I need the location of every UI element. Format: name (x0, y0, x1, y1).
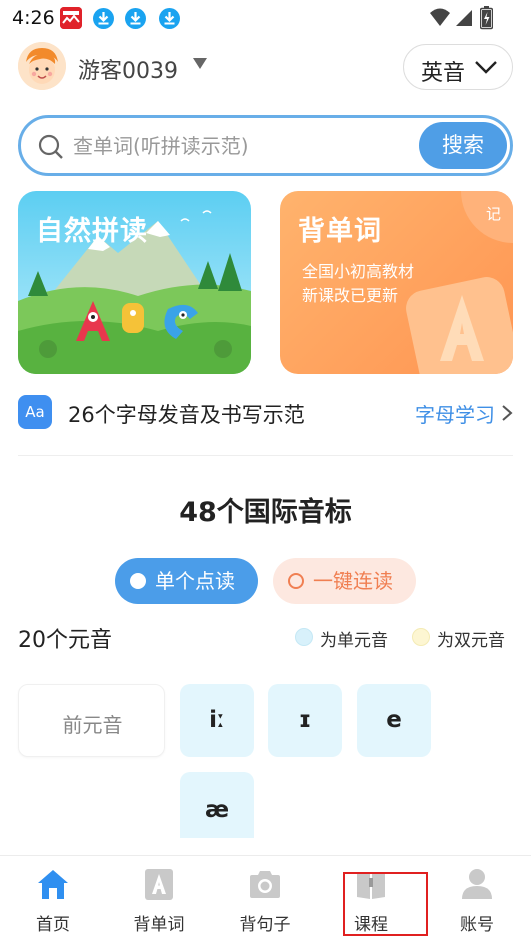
avatar[interactable] (18, 42, 66, 90)
alphabet-row[interactable]: Aa 26个字母发音及书写示范 字母学习 (18, 395, 513, 433)
nav-item-home[interactable]: 首页 (0, 856, 106, 944)
alphabet-link[interactable]: 字母学习 (415, 399, 495, 428)
nav-label-home: 首页 (36, 915, 70, 935)
single-read-label: 单个点读 (155, 569, 235, 593)
news-app-icon (60, 7, 82, 29)
phonics-card[interactable]: 自然拼读 (18, 191, 251, 374)
status-time: 4:26 (12, 7, 55, 29)
category-cell: 前元音 (18, 684, 165, 757)
phoneme-cell[interactable]: e (357, 684, 431, 757)
word-card-icon (145, 869, 173, 900)
words-title: 背单词 (298, 216, 382, 247)
search-input[interactable] (73, 131, 403, 161)
caret-down-icon[interactable] (193, 58, 207, 69)
words-subtitle-2: 新课改已更新 (302, 286, 399, 305)
radio-selected-icon (130, 573, 146, 589)
words-subtitle-1: 全国小初高教材 (302, 262, 415, 281)
chevron-down-icon (475, 61, 497, 74)
home-icon (38, 870, 68, 899)
legend-single: 为单元音 (320, 631, 388, 651)
alphabet-text: 26个字母发音及书写示范 (68, 403, 305, 427)
radio-unselected-icon (288, 573, 304, 589)
language-label: 英音 (421, 61, 466, 86)
legend-single-dot (295, 628, 313, 646)
nav-item-account[interactable]: 账号 (424, 856, 530, 944)
camera-icon (250, 871, 280, 898)
status-bar: 4:26 (0, 0, 531, 36)
continuous-read-button[interactable]: 一键连读 (273, 558, 416, 604)
search-bar: 搜索 (18, 115, 513, 176)
phonics-title: 自然拼读 (36, 216, 148, 247)
category-label: 前元音 (62, 713, 123, 737)
nav-item-sentences[interactable]: 背句子 (212, 856, 318, 944)
search-button[interactable]: 搜索 (419, 122, 507, 169)
phoneme-cell[interactable]: ɪ (268, 684, 342, 757)
nav-label-words: 背单词 (133, 915, 185, 935)
single-read-button[interactable]: 单个点读 (115, 558, 258, 604)
legend-double-dot (412, 628, 430, 646)
download-icon (125, 8, 146, 29)
vowel-count: 20个元音 (18, 628, 112, 653)
signal-icon (456, 10, 472, 26)
phoneme-cell[interactable]: æ (180, 772, 254, 838)
highlight-box (343, 872, 428, 936)
words-card[interactable]: 背单词 全国小初高教材 新课改已更新 记 (280, 191, 513, 374)
nav-item-words[interactable]: 背单词 (106, 856, 212, 944)
search-icon (38, 134, 63, 159)
language-selector[interactable]: 英音 (403, 44, 513, 90)
section-title: 48个国际音标 (179, 497, 352, 528)
download-icon (93, 8, 114, 29)
nav-label-account: 账号 (460, 915, 494, 935)
phoneme-cell[interactable]: iː (180, 684, 254, 757)
download-icon (159, 8, 180, 29)
username[interactable]: 游客0039 (78, 53, 178, 85)
alphabet-icon: Aa (18, 395, 52, 429)
battery-icon (480, 6, 493, 30)
person-icon (462, 869, 492, 899)
divider (18, 455, 513, 456)
continuous-read-label: 一键连读 (313, 569, 393, 593)
wifi-icon (430, 8, 450, 26)
legend-double: 为双元音 (437, 631, 505, 651)
nav-label-sentences: 背句子 (239, 915, 291, 935)
bottom-nav: 首页 背单词 背句子 课程 账号 (0, 855, 531, 944)
chevron-right-icon (502, 405, 513, 421)
